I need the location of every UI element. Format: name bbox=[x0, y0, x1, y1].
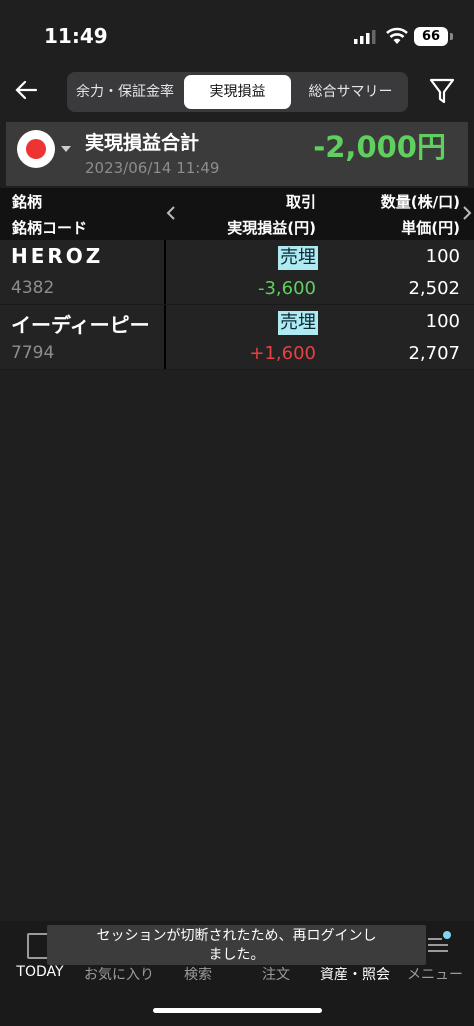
back-arrow-icon[interactable] bbox=[12, 76, 40, 104]
tab-margin-rate[interactable]: 余力・保証金率 bbox=[67, 72, 183, 112]
unit-price-value: 2,502 bbox=[408, 278, 460, 299]
stock-name: HEROZ bbox=[11, 244, 104, 268]
status-bar: 11:49 66 bbox=[0, 0, 474, 68]
stock-code: 7794 bbox=[11, 343, 55, 363]
japan-flag-icon[interactable] bbox=[17, 130, 55, 168]
header-trade: 取引 bbox=[285, 193, 316, 211]
toast-line-1: セッションが切断されたため、再ログインし bbox=[96, 928, 377, 944]
status-time: 11:49 bbox=[44, 24, 108, 48]
cellular-signal-icon bbox=[354, 30, 376, 44]
menu-icon[interactable] bbox=[428, 937, 448, 953]
column-divider bbox=[164, 305, 166, 369]
realized-pnl-summary: 実現損益合計 2023/06/14 11:49 -2,000円 bbox=[6, 122, 468, 186]
wifi-icon bbox=[386, 27, 408, 44]
tab-favorites[interactable]: お気に入り bbox=[80, 964, 158, 984]
summary-title: 実現損益合計 bbox=[85, 132, 200, 154]
quantity-value: 100 bbox=[425, 311, 460, 332]
unit-price-value: 2,707 bbox=[408, 343, 460, 364]
trade-type-badge: 売埋 bbox=[278, 311, 318, 335]
stock-code: 4382 bbox=[11, 278, 55, 298]
header-price: 単価(円) bbox=[401, 219, 460, 237]
tab-assets[interactable]: 資産・照会 bbox=[314, 964, 396, 984]
toast-line-2: ました。 bbox=[208, 947, 265, 963]
table-row[interactable]: HEROZ 4382 売埋 -3,600 100 2,502 bbox=[0, 240, 474, 305]
battery-tip bbox=[450, 33, 453, 40]
realized-pnl-value: +1,600 bbox=[249, 343, 316, 364]
chevron-left-icon[interactable] bbox=[166, 205, 176, 221]
home-indicator[interactable] bbox=[153, 1008, 322, 1013]
trade-type-badge: 売埋 bbox=[278, 246, 318, 270]
tab-realized-pnl[interactable]: 実現損益 bbox=[184, 75, 291, 109]
header-pnl: 実現損益(円) bbox=[227, 219, 316, 237]
stock-name: イーディーピー bbox=[11, 313, 150, 337]
filter-icon[interactable] bbox=[428, 74, 456, 106]
table-row[interactable]: イーディーピー 7794 売埋 +1,600 100 2,707 bbox=[0, 305, 474, 370]
header-qty: 数量(株/口) bbox=[380, 193, 460, 211]
tab-order[interactable]: 注文 bbox=[248, 964, 304, 984]
battery-icon: 66 bbox=[414, 27, 448, 46]
summary-total-value: -2,000円 bbox=[313, 130, 446, 164]
dropdown-caret-icon[interactable] bbox=[61, 146, 71, 152]
summary-date: 2023/06/14 11:49 bbox=[85, 159, 220, 177]
tab-today[interactable]: TODAY bbox=[10, 964, 70, 980]
column-divider bbox=[164, 240, 166, 304]
realized-pnl-value: -3,600 bbox=[257, 278, 316, 299]
tab-search[interactable]: 検索 bbox=[170, 964, 226, 984]
table-header: 銘柄 銘柄コード 取引 実現損益(円) 数量(株/口) 単価(円) bbox=[0, 188, 474, 240]
tab-menu[interactable]: メニュー bbox=[400, 964, 470, 984]
header-name: 銘柄 bbox=[12, 193, 43, 211]
tab-summary[interactable]: 総合サマリー bbox=[293, 72, 408, 112]
segmented-control: 余力・保証金率 実現損益 総合サマリー bbox=[67, 72, 408, 112]
header-code: 銘柄コード bbox=[12, 219, 88, 237]
chevron-right-icon[interactable] bbox=[462, 205, 472, 221]
nav-bar: 余力・保証金率 実現損益 総合サマリー bbox=[0, 68, 474, 118]
quantity-value: 100 bbox=[425, 246, 460, 267]
session-toast: セッションが切断されたため、再ログインし ました。 bbox=[47, 925, 426, 965]
notification-dot bbox=[443, 931, 451, 939]
